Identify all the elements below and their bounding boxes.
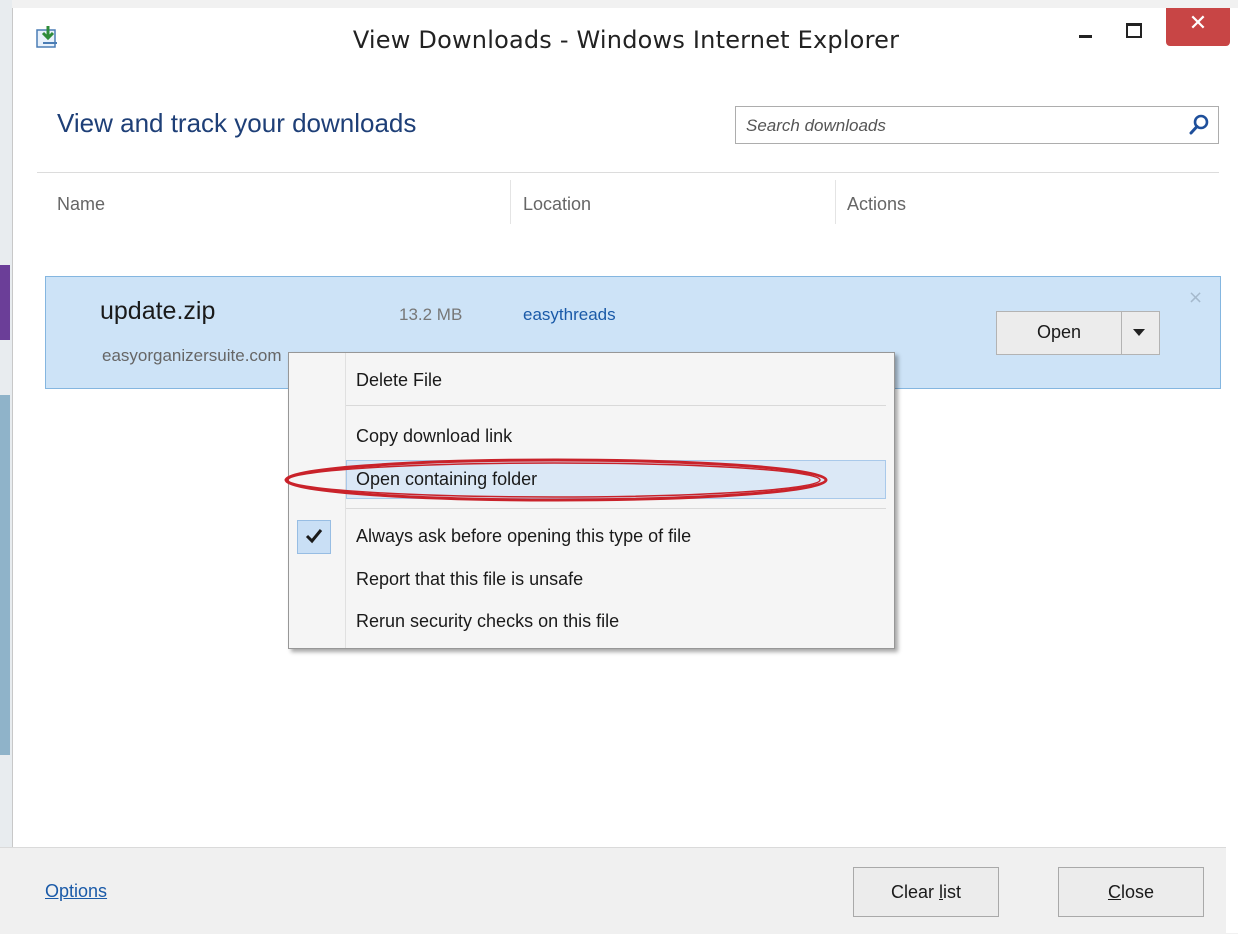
maximize-icon: [1126, 23, 1142, 38]
title-bar[interactable]: View Downloads - Windows Internet Explor…: [13, 8, 1238, 88]
maximize-button[interactable]: [1109, 8, 1157, 46]
check-icon: [305, 529, 323, 544]
close-window-button[interactable]: ✕: [1166, 8, 1230, 46]
split-divider: [1121, 312, 1122, 354]
background-strip: [0, 0, 12, 933]
menu-separator: [346, 405, 886, 406]
search-box[interactable]: [735, 106, 1219, 144]
file-size: 13.2 MB: [399, 305, 463, 324]
column-header-name: Name: [57, 194, 106, 214]
menu-item-label: Delete File: [356, 370, 443, 390]
search-icon[interactable]: [1188, 114, 1210, 136]
clear-list-label-start: Clear: [890, 882, 939, 902]
menu-item-delete-file[interactable]: Delete File: [346, 364, 886, 397]
column-divider: [835, 180, 836, 224]
footer-bar: Options Clear list Close: [0, 847, 1226, 934]
close-icon: ✕: [1188, 11, 1208, 36]
annotation-ellipse: [284, 458, 828, 502]
file-location-link[interactable]: easythreads: [523, 305, 616, 325]
column-divider: [510, 180, 511, 224]
page-heading: View and track your downloads: [57, 108, 417, 138]
clear-list-button[interactable]: Clear list: [853, 867, 999, 917]
minimize-button[interactable]: [1061, 8, 1109, 46]
menu-item-rerun-security-checks[interactable]: Rerun security checks on this file: [346, 605, 886, 638]
close-button[interactable]: Close: [1058, 867, 1204, 917]
header-divider: [37, 172, 1219, 173]
clear-list-label-end: ist: [943, 882, 961, 902]
minimize-icon: [1079, 35, 1092, 38]
menu-separator: [346, 508, 886, 509]
remove-download-icon[interactable]: ×: [1188, 287, 1203, 308]
open-split-button[interactable]: Open: [996, 311, 1160, 355]
menu-item-always-ask[interactable]: Always ask before opening this type of f…: [346, 520, 886, 553]
menu-item-label: Report that this file is unsafe: [356, 569, 584, 589]
options-link[interactable]: Options: [45, 881, 107, 902]
close-label-end: lose: [1120, 882, 1155, 902]
background-mark: [0, 265, 10, 340]
menu-item-label: Rerun security checks on this file: [356, 611, 620, 631]
search-input[interactable]: [744, 111, 1178, 141]
window-title: View Downloads - Windows Internet Explor…: [352, 26, 900, 54]
open-button-label[interactable]: Open: [997, 322, 1121, 343]
menu-item-label: Always ask before opening this type of f…: [356, 526, 692, 546]
column-header-actions: Actions: [847, 194, 907, 214]
menu-item-label: Copy download link: [356, 426, 513, 446]
menu-item-copy-download-link[interactable]: Copy download link: [346, 420, 886, 453]
background-mark: [0, 395, 10, 755]
file-source: easyorganizersuite.com: [102, 346, 282, 365]
close-accelerator: C: [1107, 882, 1121, 902]
column-header-location: Location: [523, 194, 592, 214]
file-name: update.zip: [100, 297, 216, 325]
menu-item-report-unsafe[interactable]: Report that this file is unsafe: [346, 563, 886, 596]
menu-check-box: [297, 520, 331, 554]
caret-down-icon[interactable]: [1133, 329, 1145, 336]
